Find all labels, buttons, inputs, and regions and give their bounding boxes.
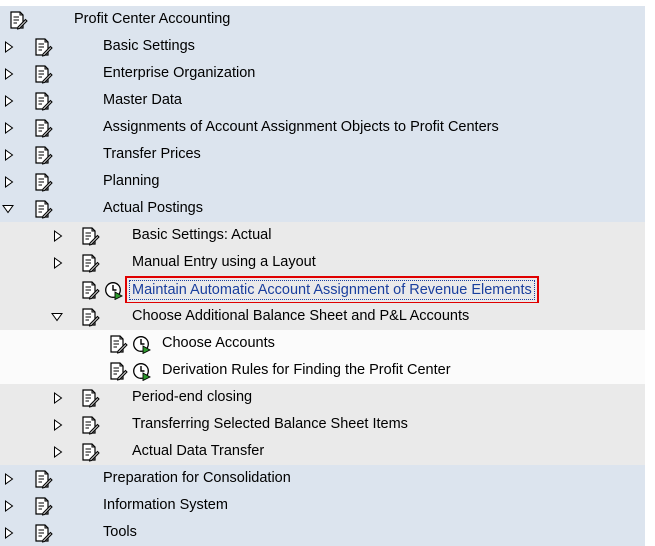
clock-execute-icon[interactable] xyxy=(131,361,151,381)
tree-node-label: Tools xyxy=(103,524,137,540)
document-pencil-icon[interactable] xyxy=(33,37,53,57)
tree-node-label: Period-end closing xyxy=(132,389,253,405)
tree-node-transferring-balance-sheet-items[interactable]: Transferring Selected Balance Sheet Item… xyxy=(0,411,645,438)
tree-node-label: Planning xyxy=(103,173,160,189)
tree-node-choose-accounts[interactable]: Choose Accounts xyxy=(0,330,645,357)
triangle-down-icon[interactable] xyxy=(51,310,63,324)
tree-node-label: Actual Data Transfer xyxy=(132,443,265,459)
tree-node-label: Master Data xyxy=(103,92,182,108)
document-pencil-icon[interactable] xyxy=(33,172,53,192)
document-pencil-icon[interactable] xyxy=(33,199,53,219)
document-pencil-icon[interactable] xyxy=(80,442,100,462)
triangle-right-icon[interactable] xyxy=(52,391,64,405)
tree-node-label: Assignments of Account Assignment Object… xyxy=(103,119,499,135)
tree-node-label: Choose Additional Balance Sheet and P&L … xyxy=(132,308,470,324)
triangle-right-icon[interactable] xyxy=(52,256,64,270)
tree-node-manual-entry-layout[interactable]: Manual Entry using a Layout xyxy=(0,249,645,276)
triangle-right-icon[interactable] xyxy=(52,418,64,432)
triangle-right-icon[interactable] xyxy=(3,526,15,540)
triangle-right-icon[interactable] xyxy=(3,67,15,81)
tree-node-period-end-closing[interactable]: Period-end closing xyxy=(0,384,645,411)
tree-node-label: Choose Accounts xyxy=(162,335,275,351)
tree-node-label: Basic Settings: Actual xyxy=(132,227,272,243)
document-pencil-icon[interactable] xyxy=(33,469,53,489)
document-pencil-icon[interactable] xyxy=(33,523,53,543)
tree-node-basic-settings[interactable]: Basic Settings xyxy=(0,33,645,60)
tree-node-actual-postings[interactable]: Actual Postings xyxy=(0,195,645,222)
tree-node-basic-settings-actual[interactable]: Basic Settings: Actual xyxy=(0,222,645,249)
tree-node-label: Transferring Selected Balance Sheet Item… xyxy=(132,416,408,432)
tree-node-transfer-prices[interactable]: Transfer Prices xyxy=(0,141,645,168)
tree-node-choose-additional-accounts[interactable]: Choose Additional Balance Sheet and P&L … xyxy=(0,303,645,330)
document-pencil-icon[interactable] xyxy=(80,388,100,408)
tree-node-actual-data-transfer[interactable]: Actual Data Transfer xyxy=(0,438,645,465)
tree-node-label: Information System xyxy=(103,497,228,513)
triangle-right-icon[interactable] xyxy=(3,148,15,162)
tree-node-profit-center-accounting[interactable]: Profit Center Accounting xyxy=(0,6,645,33)
document-pencil-icon[interactable] xyxy=(33,91,53,111)
tree-node-enterprise-organization[interactable]: Enterprise Organization xyxy=(0,60,645,87)
clock-execute-icon[interactable] xyxy=(131,334,151,354)
tree-node-master-data[interactable]: Master Data xyxy=(0,87,645,114)
document-pencil-icon[interactable] xyxy=(80,226,100,246)
tree-node-label: Actual Postings xyxy=(103,200,203,216)
tree-node-preparation-consolidation[interactable]: Preparation for Consolidation xyxy=(0,465,645,492)
triangle-right-icon[interactable] xyxy=(3,175,15,189)
document-pencil-icon[interactable] xyxy=(80,415,100,435)
triangle-down-icon[interactable] xyxy=(2,202,14,216)
triangle-right-icon[interactable] xyxy=(3,94,15,108)
document-pencil-icon[interactable] xyxy=(33,496,53,516)
tree-node-assignments[interactable]: Assignments of Account Assignment Object… xyxy=(0,114,645,141)
tree-node-tools[interactable]: Tools xyxy=(0,519,645,546)
tree-node-label: Preparation for Consolidation xyxy=(103,470,291,486)
document-pencil-icon[interactable] xyxy=(108,361,128,381)
tree-node-label: Derivation Rules for Finding the Profit … xyxy=(162,362,451,378)
triangle-right-icon[interactable] xyxy=(3,472,15,486)
tree-node-derivation-rules[interactable]: Derivation Rules for Finding the Profit … xyxy=(0,357,645,384)
tree-node-maintain-automatic-account-assignment[interactable]: Maintain Automatic Account Assignment of… xyxy=(0,276,645,304)
tree-node-label: Transfer Prices xyxy=(103,146,201,162)
document-pencil-icon[interactable] xyxy=(33,64,53,84)
triangle-right-icon[interactable] xyxy=(3,499,15,513)
document-pencil-icon[interactable] xyxy=(108,334,128,354)
document-pencil-icon[interactable] xyxy=(80,253,100,273)
triangle-right-icon[interactable] xyxy=(3,121,15,135)
document-pencil-icon[interactable] xyxy=(80,307,100,327)
tree-node-label: Manual Entry using a Layout xyxy=(132,254,316,270)
document-pencil-icon[interactable] xyxy=(33,145,53,165)
document-pencil-icon[interactable] xyxy=(80,280,100,300)
tree-node-planning[interactable]: Planning xyxy=(0,168,645,195)
tree-node-information-system[interactable]: Information System xyxy=(0,492,645,519)
clock-execute-icon[interactable] xyxy=(103,280,123,300)
selected-node-label[interactable]: Maintain Automatic Account Assignment of… xyxy=(125,276,539,304)
tree-node-label: Enterprise Organization xyxy=(103,65,256,81)
document-pencil-icon[interactable] xyxy=(8,10,28,30)
tree-node-label: Profit Center Accounting xyxy=(74,11,231,27)
triangle-right-icon[interactable] xyxy=(52,229,64,243)
triangle-right-icon[interactable] xyxy=(3,40,15,54)
document-pencil-icon[interactable] xyxy=(33,118,53,138)
triangle-right-icon[interactable] xyxy=(52,445,64,459)
tree-node-label: Basic Settings xyxy=(103,38,195,54)
